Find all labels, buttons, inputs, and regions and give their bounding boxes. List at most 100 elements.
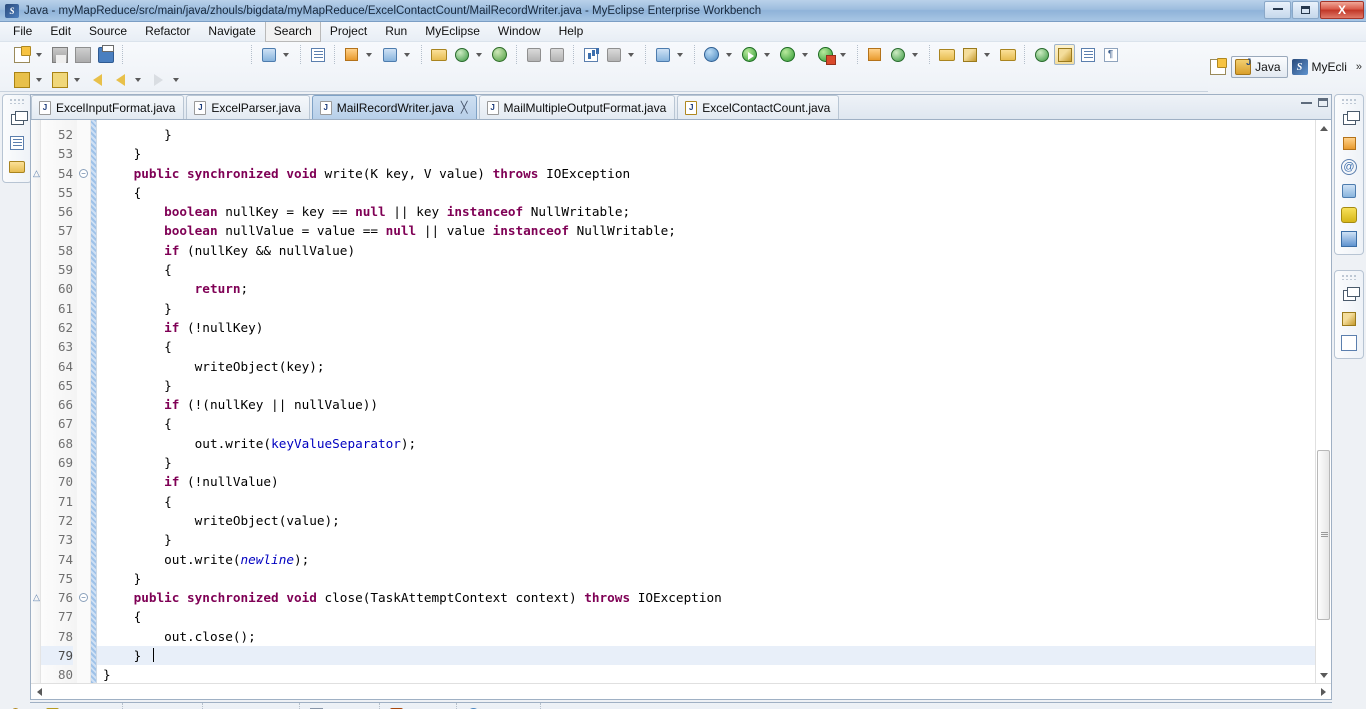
import-dropdown[interactable] (33, 69, 45, 90)
deploy-button[interactable] (258, 44, 279, 65)
code-line[interactable]: if (!nullValue) (97, 472, 1315, 491)
scroll-right-button[interactable] (1315, 684, 1331, 699)
activate-task-button[interactable] (959, 44, 980, 65)
open-perspective-button[interactable] (1208, 57, 1228, 77)
minimize-button[interactable] (1264, 1, 1291, 19)
fast-view-outline[interactable] (1339, 309, 1359, 329)
run-server-dropdown[interactable] (473, 44, 485, 65)
import-button[interactable] (11, 69, 32, 90)
new-enum-button[interactable] (887, 44, 908, 65)
activate-task-dropdown[interactable] (981, 44, 993, 65)
left-restore-button[interactable] (7, 109, 28, 129)
code-line[interactable]: } (97, 453, 1315, 472)
code-line[interactable]: } (97, 299, 1315, 318)
editor-tab-excelparser-java[interactable]: J ExcelParser.java (186, 95, 310, 119)
previous-annotation-button[interactable] (110, 69, 131, 90)
toggle-mark-occurrences-button[interactable] (1031, 44, 1052, 65)
bottom-tab-javadoc[interactable]: Javadoc (123, 703, 204, 709)
menu-project[interactable]: Project (321, 21, 376, 42)
editor-minimize-icon[interactable] (1301, 101, 1312, 104)
code-line[interactable]: public synchronized void write(K key, V … (97, 164, 1315, 183)
run-history-dropdown[interactable] (799, 44, 811, 65)
code-line[interactable]: } (97, 646, 1315, 666)
menu-edit[interactable]: Edit (41, 21, 80, 42)
bottom-tab-declaration[interactable]: Declaration (203, 703, 300, 709)
debug-dropdown[interactable] (723, 44, 735, 65)
previous-annotation-dropdown[interactable] (132, 69, 144, 90)
editor-tab-excelcontactcount-java[interactable]: J ExcelContactCount.java (677, 95, 840, 119)
code-line[interactable]: { (97, 260, 1315, 279)
fold-collapse-icon[interactable]: − (79, 593, 88, 603)
fast-view-declaration[interactable] (1339, 181, 1359, 201)
code-line[interactable]: { (97, 414, 1315, 433)
menu-run[interactable]: Run (376, 21, 416, 42)
bottom-tab-progress[interactable]: Progress (457, 703, 542, 709)
export-dropdown[interactable] (71, 69, 83, 90)
tab-close-icon[interactable]: ╳ (461, 101, 468, 114)
highlight-button[interactable] (1054, 44, 1075, 65)
run-button[interactable] (739, 44, 760, 65)
editor-horizontal-scrollbar[interactable] (31, 683, 1331, 699)
save-button[interactable] (49, 44, 70, 65)
code-line[interactable]: boolean nullKey = key == null || key ins… (97, 202, 1315, 221)
menu-help[interactable]: Help (550, 21, 593, 42)
code-line[interactable]: writeObject(value); (97, 511, 1315, 530)
perspective-java[interactable]: Java (1231, 56, 1288, 78)
menu-source[interactable]: Source (80, 21, 136, 42)
export-button[interactable] (49, 69, 70, 90)
whitespace-button[interactable]: ¶ (1100, 44, 1121, 65)
close-task-button[interactable] (997, 44, 1018, 65)
menu-file[interactable]: File (4, 21, 41, 42)
fast-view-javadoc[interactable]: @ (1339, 157, 1359, 177)
editor-vertical-scrollbar[interactable] (1315, 120, 1331, 683)
db-open-button[interactable] (379, 44, 400, 65)
code-line[interactable]: public synchronized void close(TaskAttem… (97, 588, 1315, 607)
menu-search[interactable]: Search (264, 21, 321, 42)
run-history-button[interactable] (777, 44, 798, 65)
source-code[interactable]: } } public synchronized void write(K key… (97, 120, 1315, 683)
new-enum-dropdown[interactable] (909, 44, 921, 65)
menu-window[interactable]: Window (489, 21, 550, 42)
code-line[interactable]: out.write(keyValueSeparator); (97, 434, 1315, 453)
new-package-button[interactable] (603, 44, 624, 65)
code-line[interactable]: { (97, 607, 1315, 626)
scroll-down-button[interactable] (1316, 667, 1331, 683)
fast-view-structure[interactable] (1339, 333, 1359, 353)
code-line[interactable]: } (97, 530, 1315, 549)
search-ref-button[interactable] (546, 44, 567, 65)
block-selection-button[interactable] (1077, 44, 1098, 65)
external-tools-button[interactable] (652, 44, 673, 65)
debug-button[interactable] (701, 44, 722, 65)
right-restore-button-2[interactable] (1339, 285, 1360, 305)
override-annotation-icon[interactable]: △ (32, 168, 41, 178)
fast-view-drag-handle[interactable] (1341, 98, 1357, 104)
run-dropdown[interactable] (761, 44, 773, 65)
code-line[interactable]: { (97, 183, 1315, 202)
external-tools-dropdown[interactable] (674, 44, 686, 65)
editor-tab-mailmultipleoutputformat-java[interactable]: J MailMultipleOutputFormat.java (478, 95, 676, 119)
perspective-overflow-icon[interactable]: » (1356, 61, 1362, 73)
close-button[interactable]: X (1320, 1, 1364, 19)
fast-view-console[interactable] (1339, 229, 1359, 249)
code-line[interactable]: { (97, 492, 1315, 511)
back-button[interactable] (87, 69, 108, 90)
fast-view-drag-handle[interactable] (1341, 274, 1357, 280)
bottom-tab-problems[interactable]: Problems (36, 703, 123, 709)
scroll-up-button[interactable] (1316, 120, 1331, 136)
code-line[interactable]: } (97, 665, 1315, 683)
new-annotation-button[interactable] (864, 44, 885, 65)
deploy-dropdown[interactable] (280, 44, 292, 65)
fold-collapse-icon[interactable]: − (79, 168, 88, 178)
bottom-tab-servers[interactable]: Servers (380, 703, 458, 709)
code-line[interactable]: boolean nullValue = value == null || val… (97, 221, 1315, 240)
db-open-dropdown[interactable] (401, 44, 413, 65)
web-browser-button[interactable] (489, 44, 510, 65)
vertical-scroll-thumb[interactable] (1317, 450, 1330, 620)
new-class-button[interactable] (580, 44, 601, 65)
override-annotation-icon[interactable]: △ (32, 593, 41, 602)
menu-refactor[interactable]: Refactor (136, 21, 199, 42)
fast-view-problems[interactable] (1339, 133, 1359, 153)
bottom-tab-console[interactable]: Console (300, 703, 380, 709)
run-last-dropdown[interactable] (837, 44, 849, 65)
fast-view-project-explorer[interactable] (7, 157, 27, 177)
